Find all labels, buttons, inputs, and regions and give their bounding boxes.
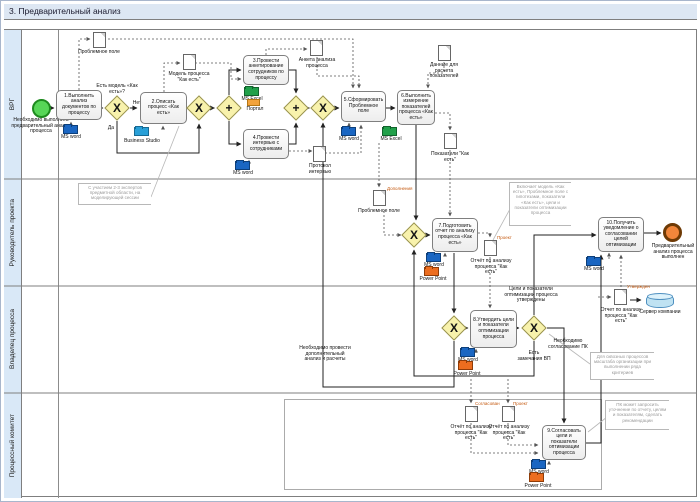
bpmn-diagram-canvas: 3. Предварительный анализ ВРГ Руководите…: [0, 0, 700, 502]
doc-problem-field-icon[interactable]: [93, 32, 106, 48]
flow-label-vp-remarks: Есть замечания ВП: [516, 351, 552, 362]
task-4[interactable]: 4.Провести интервью с сотрудниками: [243, 129, 289, 159]
task-10-label: 10.Получить уведомление о согласовании ц…: [600, 221, 642, 249]
gateway-1-glyph: X: [109, 100, 125, 116]
gateway-7-glyph: X: [446, 320, 462, 336]
doc-report-draft-icon[interactable]: [484, 240, 497, 256]
portal-icon[interactable]: [247, 99, 260, 106]
task-7-label: 7.Подготовить отчет по анализу процесса …: [434, 224, 476, 246]
ms-word-icon[interactable]: [341, 127, 356, 136]
annotation-report-contents: Включает модель «Как есть», Проблемное п…: [509, 182, 571, 226]
gateway-8-glyph: X: [526, 320, 542, 336]
flow-label-more-analysis: Необходимо провести дополнительный анали…: [297, 346, 353, 363]
doc-problem-field-2-icon[interactable]: [373, 190, 386, 206]
gateway-4-glyph: +: [288, 100, 304, 116]
task-9[interactable]: 9.Согласовать цели и показатели оптимиза…: [542, 425, 586, 460]
power-point-icon[interactable]: [424, 267, 439, 276]
doc-questionnaire-icon[interactable]: [310, 40, 323, 56]
end-event[interactable]: [663, 223, 682, 242]
doc-report-draft-2-label: Отчёт по анализу процесса "Как есть": [487, 425, 531, 442]
doc-tag-draft-2: Проект: [513, 401, 528, 406]
task-3[interactable]: 3.Провести анкетирование сотрудников по …: [243, 55, 289, 85]
flow-label-pc-needed: Необходимо согласование ПК: [547, 339, 589, 350]
portal-label: Портал: [241, 107, 269, 113]
doc-tag-agreed: Согласован: [475, 401, 500, 406]
task-4-label: 4.Провести интервью с сотрудниками: [245, 136, 287, 153]
ms-word-icon[interactable]: [586, 257, 601, 266]
task-6[interactable]: 6.Выполнить измерение показателей процес…: [397, 90, 435, 125]
doc-report-draft-2-icon[interactable]: [502, 406, 515, 422]
doc-problem-field-2-label: Проблемное поле: [356, 209, 402, 215]
doc-report-draft-label: Отчёт по анализу процесса "Как есть": [469, 259, 513, 276]
company-server-label: Сервер компании: [639, 310, 681, 316]
doc-interview-protocol-label: Протокол интервью: [298, 164, 342, 175]
doc-as-is-indicators-label: Показатели "Как есть": [427, 152, 473, 163]
doc-tag-additions: Дополнения: [387, 186, 413, 191]
doc-report-agreed-icon[interactable]: [465, 406, 478, 422]
start-event[interactable]: [32, 99, 51, 118]
ms-word-label: MS word: [578, 267, 610, 273]
power-point-label: Power Point: [447, 372, 487, 378]
power-point-label: Power Point: [518, 484, 558, 490]
gateway-5-glyph: X: [315, 100, 331, 116]
business-studio-icon[interactable]: [134, 127, 149, 136]
doc-indicator-data-label: Данные для расчета показателей: [421, 63, 467, 80]
gateway-6-glyph: X: [406, 227, 422, 243]
ms-excel-label: MS Excel: [375, 137, 407, 143]
ms-word-icon[interactable]: [460, 348, 475, 357]
task-9-label: 9.Согласовать цели и показатели оптимиза…: [544, 429, 584, 457]
doc-interview-protocol-icon[interactable]: [313, 146, 326, 162]
task-2[interactable]: 2.Описать процесс «Как есть»: [140, 92, 187, 124]
task-6-label: 6.Выполнить измерение показателей процес…: [399, 94, 433, 122]
doc-tag-approved: Утвержден: [627, 284, 650, 289]
task-2-label: 2.Описать процесс «Как есть»: [142, 100, 185, 117]
task-10[interactable]: 10.Получить уведомление о согласовании ц…: [598, 217, 644, 252]
power-point-icon[interactable]: [458, 361, 473, 370]
gateway-2-glyph: X: [191, 100, 207, 116]
doc-as-is-model-label: Модель процесса "Как есть": [167, 72, 211, 83]
annotation-pc-may-request: ПК может запросить уточнение по отчету, …: [605, 400, 669, 430]
ms-excel-icon[interactable]: [382, 127, 397, 136]
end-event-label: Предварительный анализ процесса выполнен: [645, 244, 700, 261]
flow-label-approved: Цели и показатели оптимизации процесса у…: [497, 287, 565, 304]
doc-report-approved-icon[interactable]: [614, 289, 627, 305]
power-point-icon[interactable]: [529, 473, 544, 482]
business-studio-label: Business Studio: [121, 139, 163, 145]
gateway-3-glyph: +: [221, 100, 237, 116]
ms-word-label: MS word: [227, 171, 259, 177]
task-7[interactable]: 7.Подготовить отчет по анализу процесса …: [432, 218, 478, 252]
flow-label-yes: Да: [105, 126, 117, 132]
doc-report-approved-label: Отчет по анализу процесса "Как есть": [599, 308, 643, 325]
annotation-experts: С участием 2-3 экспертов предметной обла…: [78, 183, 151, 205]
ms-excel-icon[interactable]: [244, 87, 259, 96]
doc-as-is-indicators-icon[interactable]: [444, 133, 457, 149]
task-1-label: 1.Выполнить анализ документов по процесс…: [58, 94, 100, 116]
task-3-label: 3.Провести анкетирование сотрудников по …: [245, 59, 287, 81]
doc-as-is-model-icon[interactable]: [183, 54, 196, 70]
ms-word-icon[interactable]: [426, 253, 441, 262]
start-event-label: Необходимо выполнить предварительный ана…: [11, 118, 71, 135]
ms-word-label: MS word: [333, 137, 365, 143]
doc-questionnaire-label: Анкета анализа процесса: [293, 58, 341, 69]
doc-problem-field-label: Проблемное поле: [75, 50, 123, 56]
power-point-label: Power Point: [413, 277, 453, 283]
task-5-label: 5.Сформировать Проблемное поле: [343, 98, 384, 115]
ms-word-icon[interactable]: [235, 161, 250, 170]
connector-layer: [1, 1, 700, 501]
doc-tag-draft: Проект: [497, 235, 512, 240]
ms-word-icon[interactable]: [63, 125, 78, 134]
ms-word-icon[interactable]: [531, 460, 546, 469]
doc-indicator-data-icon[interactable]: [438, 45, 451, 61]
task-5[interactable]: 5.Сформировать Проблемное поле: [341, 91, 386, 122]
company-server-datastore[interactable]: [646, 294, 674, 308]
ms-word-label: MS word: [55, 135, 87, 141]
annotation-cross-processes: Для сквозных процессов масштаба организа…: [590, 352, 654, 380]
task-8-label: 8.Утвердить цели и показатели оптимизаци…: [472, 318, 515, 340]
gateway-1-question: Есть модель «Как есть»?: [91, 84, 143, 95]
task-8[interactable]: 8.Утвердить цели и показатели оптимизаци…: [470, 310, 517, 348]
